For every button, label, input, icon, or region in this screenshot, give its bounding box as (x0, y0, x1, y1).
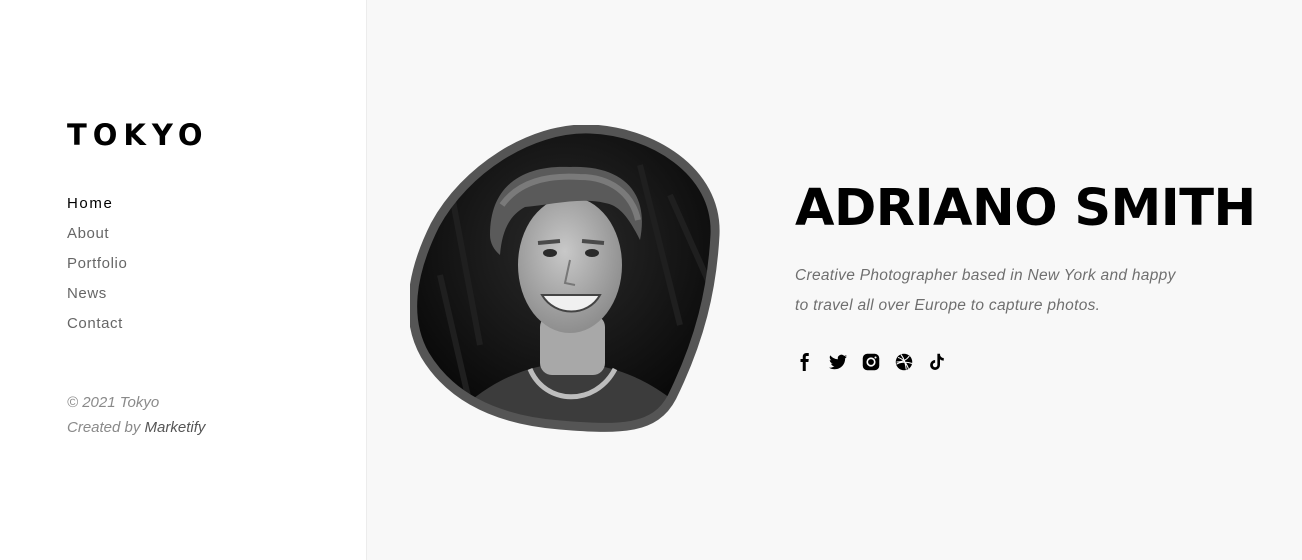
copyright-block: © 2021 Tokyo Created by Marketify (67, 390, 205, 440)
dribbble-icon[interactable] (894, 352, 914, 372)
twitter-icon[interactable] (828, 352, 848, 372)
sidebar: TOKYO Home About Portfolio News Contact … (0, 0, 367, 560)
copyright-text: © 2021 Tokyo (67, 394, 160, 411)
credit-author-link[interactable]: Marketify (145, 419, 206, 436)
social-links (795, 352, 960, 372)
site-logo[interactable]: TOKYO (67, 115, 209, 155)
avatar (410, 125, 720, 435)
credit-prefix: Created by (67, 419, 141, 436)
nav-item-home[interactable]: Home (67, 192, 127, 222)
nav-item-about[interactable]: About (67, 222, 127, 252)
nav-item-news[interactable]: News (67, 282, 127, 312)
tiktok-icon[interactable] (927, 352, 947, 372)
nav-item-portfolio[interactable]: Portfolio (67, 252, 127, 282)
hero-bio: Creative Photographer based in New York … (795, 261, 1255, 321)
instagram-icon[interactable] (861, 352, 881, 372)
main-nav: Home About Portfolio News Contact (67, 192, 127, 342)
bio-line-2: to travel all over Europe to capture pho… (795, 297, 1101, 314)
hero-name: ADRIANO SMITH (795, 179, 1256, 238)
nav-item-contact[interactable]: Contact (67, 312, 127, 342)
credit-line: Created by Marketify (67, 415, 205, 440)
facebook-icon[interactable] (795, 352, 815, 372)
bio-line-1: Creative Photographer based in New York … (795, 267, 1176, 284)
profile-photo (410, 125, 720, 432)
